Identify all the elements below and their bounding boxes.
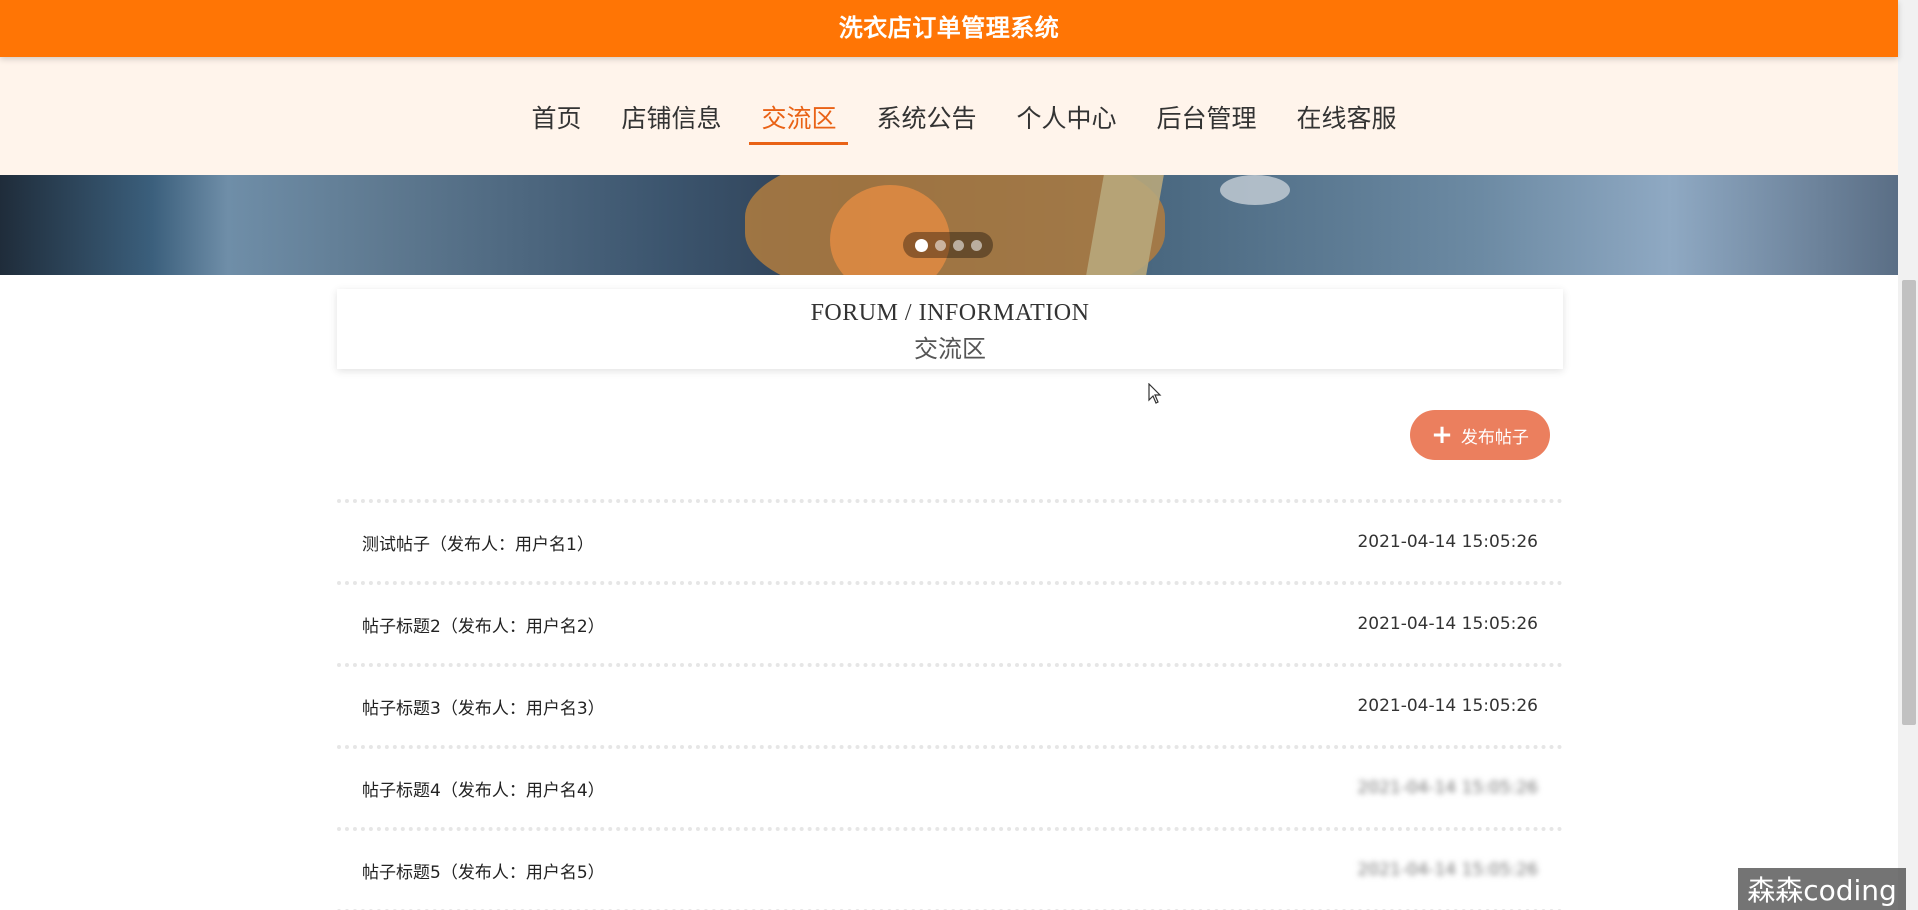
carousel-dot-1[interactable]	[914, 238, 928, 252]
carousel-dot-2[interactable]	[934, 239, 946, 251]
mouse-cursor-icon	[1148, 383, 1162, 404]
post-title[interactable]: 测试帖子（发布人：用户名1）	[362, 530, 594, 555]
post-time: 2021-04-14 15:05:26	[1357, 532, 1538, 552]
carousel-dot-3[interactable]	[952, 239, 964, 251]
publish-post-button[interactable]: + 发布帖子	[1410, 410, 1550, 460]
watermark: 森森coding	[1738, 868, 1906, 910]
plus-icon: +	[1431, 420, 1453, 450]
post-row[interactable]: 帖子标题2（发布人：用户名2） 2021-04-14 15:05:26	[337, 581, 1563, 663]
post-list: 测试帖子（发布人：用户名1） 2021-04-14 15:05:26 帖子标题2…	[337, 499, 1563, 910]
scrollbar-thumb[interactable]	[1902, 280, 1916, 725]
top-header-bar: 洗衣店订单管理系统	[0, 0, 1898, 57]
page-scrollbar[interactable]	[1898, 0, 1918, 910]
carousel-indicators	[903, 232, 993, 258]
nav-item-online-service[interactable]: 在线客服	[1285, 99, 1409, 141]
banner-carousel	[0, 175, 1898, 275]
post-time: 2021-04-14 15:05:26	[1357, 614, 1538, 634]
post-title[interactable]: 帖子标题2（发布人：用户名2）	[362, 612, 605, 637]
section-heading-card: FORUM / INFORMATION 交流区	[337, 289, 1563, 369]
post-title[interactable]: 帖子标题5（发布人：用户名5）	[362, 858, 605, 883]
post-time: 2021-04-14 15:05:26	[1357, 860, 1538, 880]
post-row[interactable]: 帖子标题3（发布人：用户名3） 2021-04-14 15:05:26	[337, 663, 1563, 745]
banner-image-shape	[1220, 175, 1290, 205]
nav-item-forum[interactable]: 交流区	[749, 99, 849, 145]
post-title[interactable]: 帖子标题3（发布人：用户名3）	[362, 694, 605, 719]
publish-post-label: 发布帖子	[1460, 427, 1529, 448]
main-navigation: 首页 店铺信息 交流区 系统公告 个人中心 后台管理 在线客服	[0, 57, 1898, 175]
nav-item-store-info[interactable]: 店铺信息	[609, 99, 733, 141]
post-time: 2021-04-14 15:05:26	[1357, 696, 1538, 716]
post-row[interactable]: 帖子标题4（发布人：用户名4） 2021-04-14 15:05:26	[337, 745, 1563, 827]
nav-item-personal-center[interactable]: 个人中心	[1005, 99, 1129, 141]
post-row[interactable]: 测试帖子（发布人：用户名1） 2021-04-14 15:05:26	[337, 499, 1563, 581]
section-title-en: FORUM / INFORMATION	[810, 300, 1090, 326]
carousel-dot-4[interactable]	[970, 239, 982, 251]
page: 洗衣店订单管理系统 首页 店铺信息 交流区 系统公告 个人中心 后台管理 在线客…	[0, 0, 1918, 910]
post-title[interactable]: 帖子标题4（发布人：用户名4）	[362, 776, 605, 801]
site-title: 洗衣店订单管理系统	[838, 14, 1060, 42]
section-title-zh: 交流区	[914, 337, 986, 363]
post-time: 2021-04-14 15:05:26	[1357, 778, 1538, 798]
nav-item-admin[interactable]: 后台管理	[1145, 99, 1269, 141]
nav-items: 首页 店铺信息 交流区 系统公告 个人中心 后台管理 在线客服	[0, 99, 1898, 145]
nav-item-announcements[interactable]: 系统公告	[864, 99, 988, 141]
post-row[interactable]: 帖子标题5（发布人：用户名5） 2021-04-14 15:05:26	[337, 827, 1563, 909]
nav-item-home[interactable]: 首页	[519, 99, 593, 141]
